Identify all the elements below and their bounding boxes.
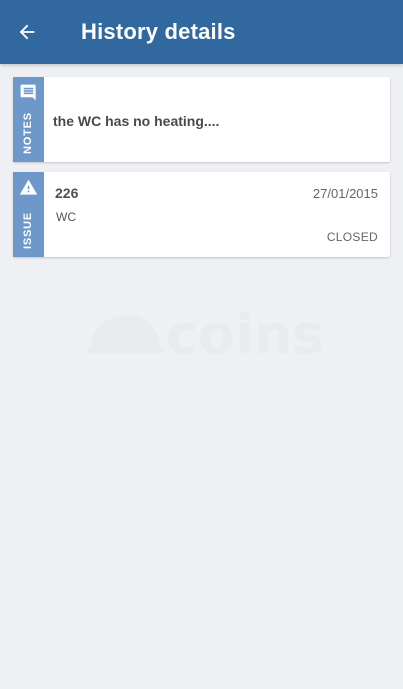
issue-date: 27/01/2015	[312, 186, 378, 201]
notes-card: NOTES the WC has no heating....	[13, 77, 390, 162]
coins-logo-watermark: coins	[88, 305, 324, 365]
svg-text:coins: coins	[166, 305, 324, 365]
back-button[interactable]	[12, 17, 42, 47]
notes-label: NOTES	[22, 112, 34, 154]
issue-card[interactable]: ISSUE 226 27/01/2015 WC CLOSED	[13, 172, 390, 257]
page-title: History details	[81, 19, 236, 44]
notes-strip: NOTES	[13, 77, 44, 162]
app-bar: History details	[0, 0, 403, 64]
comment-icon	[20, 84, 36, 101]
issue-body: 226 27/01/2015 WC CLOSED	[44, 172, 390, 257]
issue-location: WC	[56, 210, 76, 224]
issue-strip: ISSUE	[13, 172, 44, 257]
warning-icon	[19, 179, 38, 195]
arrow-left-icon	[19, 24, 35, 40]
status-badge: CLOSED	[326, 230, 378, 244]
issue-label: ISSUE	[22, 211, 34, 249]
note-text: the WC has no heating....	[53, 113, 220, 129]
issue-number: 226	[55, 185, 79, 201]
notes-body: the WC has no heating....	[44, 77, 390, 162]
